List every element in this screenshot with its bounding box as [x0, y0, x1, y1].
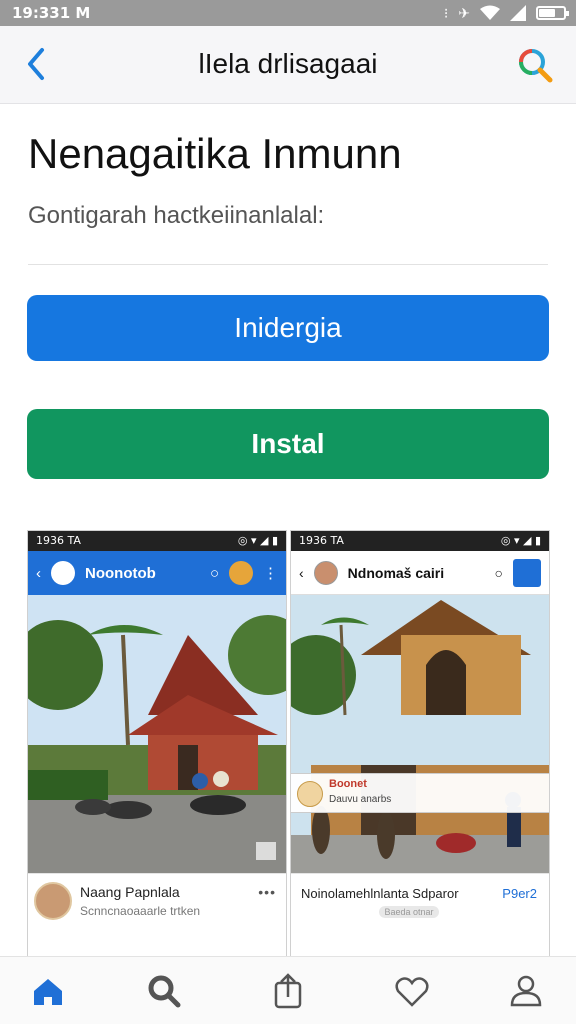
post-tag: Baeda otnar — [379, 906, 439, 918]
mini-back-icon: ‹ — [299, 564, 304, 581]
battery-icon — [536, 6, 569, 20]
overlay-name: Boonet — [329, 778, 367, 790]
app-bar: lIela drlisagaai — [0, 26, 576, 104]
overlay-sub: Dauvu anarbs — [329, 794, 392, 805]
app-screenshot-1[interactable]: 1936 TA ◎ ▾ ◢ ▮ ‹ Noonotob ○ ⋮ Naang Pap… — [27, 530, 287, 960]
mini-status-time: 1936 TA — [36, 534, 81, 547]
mini-status-time: 1936 TA — [299, 534, 344, 547]
status-icons: ⁝ ✈ — [443, 3, 569, 23]
mini-menu-icon: ⋮ — [263, 565, 278, 582]
notification-dot-icon: ⁝ — [443, 4, 449, 21]
wifi-icon — [480, 5, 500, 20]
post-author-name: Naang Papnlala — [80, 884, 180, 900]
install-button[interactable]: Instal — [27, 409, 549, 479]
signal-icon — [510, 5, 526, 21]
post-count: P9er2 — [502, 886, 537, 901]
mini-avatar — [313, 560, 338, 585]
post-overlay: Boonet Dauvu anarbs — [291, 773, 549, 813]
wooden-house-photo: Boonet Dauvu anarbs — [291, 595, 549, 873]
overlay-logo-icon — [297, 781, 323, 807]
mini-status-bar: 1936 TA ◎ ▾ ◢ ▮ — [291, 531, 549, 551]
search-icon[interactable] — [516, 46, 554, 84]
post-footer: Naang Papnlala Scnncnaoaaarle trtken ••• — [28, 873, 286, 925]
home-icon[interactable] — [28, 971, 68, 1011]
avatar — [34, 882, 72, 920]
search-icon[interactable] — [144, 971, 184, 1011]
mini-app-title: Ndnomaš cairi — [347, 564, 445, 581]
status-bar: 19:331 M ⁝ ✈ — [0, 0, 576, 26]
mini-search-icon: ○ — [494, 564, 503, 581]
page-subtitle: Gontigarah hactkeiinanlalal: — [28, 202, 325, 229]
status-time: 19:331 M — [12, 4, 91, 22]
profile-icon[interactable] — [506, 971, 546, 1011]
mini-action-icon — [513, 558, 541, 587]
mini-status-bar: 1936 TA ◎ ▾ ◢ ▮ — [28, 531, 286, 551]
post-title: Noinolamehlnlanta Sdparor — [301, 886, 459, 901]
mini-status-icons: ◎ ▾ ◢ ▮ — [237, 534, 278, 547]
app-title: lIela drlisagaai — [198, 48, 378, 79]
bottom-nav — [0, 956, 576, 1024]
post-footer: Noinolamehlnlanta Sdparor P9er2 Baeda ot… — [291, 873, 549, 925]
page-title: Nenagaitika Inmunn — [28, 130, 402, 177]
app-screenshot-2[interactable]: 1936 TA ◎ ▾ ◢ ▮ ‹ Ndnomaš cairi ○ Boonet… — [290, 530, 550, 960]
share-icon[interactable] — [268, 971, 308, 1011]
mini-logo-icon — [51, 561, 75, 585]
mini-avatar — [229, 561, 253, 585]
divider — [28, 264, 548, 265]
primary-action-button[interactable]: Inidergia — [27, 295, 549, 361]
mini-search-icon: ○ — [209, 564, 219, 582]
mini-app-title: Noonotob — [85, 564, 156, 582]
more-options-icon: ••• — [258, 884, 276, 900]
post-caption: Scnncnaoaaarle trtken — [80, 904, 201, 918]
mini-back-icon: ‹ — [36, 564, 41, 582]
mini-app-bar: ‹ Noonotob ○ ⋮ — [28, 551, 286, 595]
temple-photo — [28, 595, 286, 873]
heart-icon[interactable] — [392, 971, 432, 1011]
mini-status-icons: ◎ ▾ ◢ ▮ — [500, 534, 541, 547]
mini-app-bar: ‹ Ndnomaš cairi ○ — [291, 551, 549, 595]
vibrate-icon: ✈ — [458, 4, 470, 21]
